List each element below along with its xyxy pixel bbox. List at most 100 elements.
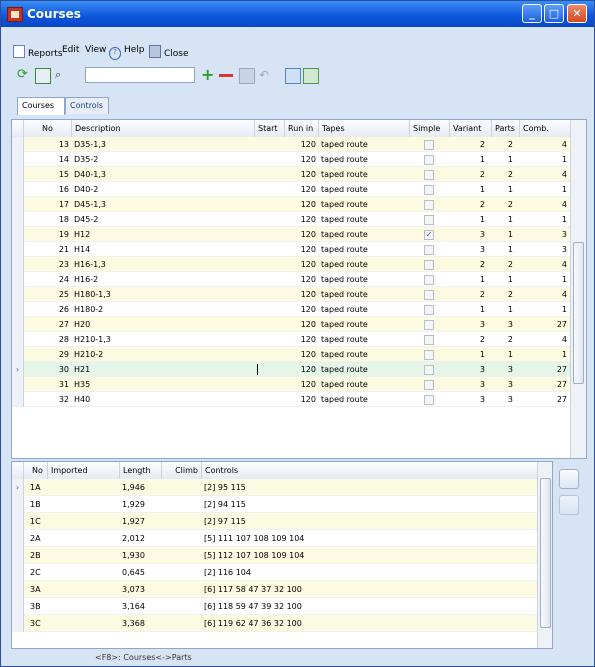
courses-scrollbar[interactable] (570, 120, 586, 458)
row-indicator[interactable] (12, 137, 24, 152)
row-indicator[interactable]: › (12, 362, 24, 377)
row-indicator[interactable] (12, 347, 24, 362)
row-indicator[interactable] (12, 530, 24, 547)
variant-row[interactable]: 2C 0,645 [2] 116 104 (12, 564, 538, 581)
course-row[interactable]: 25 H180-1,3 120 taped route 2 2 4 (12, 287, 572, 302)
simple-checkbox[interactable] (424, 305, 434, 315)
row-indicator[interactable] (12, 227, 24, 242)
col-no[interactable]: No (24, 120, 72, 137)
row-indicator[interactable] (12, 317, 24, 332)
course-start[interactable] (255, 362, 285, 377)
course-row[interactable]: 17 D45-1,3 120 taped route 2 2 4 (12, 197, 572, 212)
simple-checkbox[interactable]: ✓ (424, 230, 434, 240)
simple-checkbox[interactable] (424, 395, 434, 405)
close-button[interactable]: ✕ (567, 4, 587, 23)
menu-edit[interactable]: Edit (62, 45, 79, 55)
add-icon[interactable]: + (201, 67, 215, 83)
course-row[interactable]: 26 H180-2 120 taped route 1 1 1 (12, 302, 572, 317)
course-start[interactable] (255, 152, 285, 167)
row-indicator[interactable] (12, 547, 24, 564)
simple-checkbox[interactable] (424, 350, 434, 360)
menu-help[interactable]: ? Help (109, 45, 145, 60)
col-variant-no[interactable]: No (24, 462, 48, 479)
col-simple[interactable]: Simple (410, 120, 450, 137)
simple-checkbox[interactable] (424, 140, 434, 150)
course-start[interactable] (255, 227, 285, 242)
find-icon[interactable]: ⌕ (55, 68, 69, 82)
row-indicator[interactable] (12, 182, 24, 197)
course-row[interactable]: 18 D45-2 120 taped route 1 1 1 (12, 212, 572, 227)
col-tapes[interactable]: Tapes (319, 120, 410, 137)
row-indicator[interactable] (12, 272, 24, 287)
course-row[interactable]: 24 H16-2 120 taped route 1 1 1 (12, 272, 572, 287)
course-start[interactable] (255, 287, 285, 302)
row-indicator[interactable] (12, 167, 24, 182)
course-row[interactable]: 32 H40 120 taped route 3 3 27 (12, 392, 572, 407)
title-bar[interactable]: Courses _ □ ✕ (1, 1, 594, 27)
course-row[interactable]: › 30 H21 120 taped route 3 3 27 (12, 362, 572, 377)
menu-view[interactable]: View (85, 45, 106, 55)
menu-close[interactable]: Close (149, 45, 189, 59)
col-controls[interactable]: Controls (202, 462, 538, 479)
row-indicator[interactable] (12, 257, 24, 272)
course-row[interactable]: 23 H16-1,3 120 taped route 2 2 4 (12, 257, 572, 272)
row-indicator[interactable] (12, 513, 24, 530)
simple-checkbox[interactable] (424, 365, 434, 375)
variant-row[interactable]: 3A 3,073 [6] 117 58 47 37 32 100 (12, 581, 538, 598)
col-description[interactable]: Description (72, 120, 255, 137)
course-row[interactable]: 19 H12 120 taped route ✓ 3 1 3 (12, 227, 572, 242)
undo-icon[interactable]: ↶ (259, 68, 273, 82)
row-indicator[interactable] (12, 377, 24, 392)
course-start[interactable] (255, 137, 285, 152)
variant-row[interactable]: 2B 1,930 [5] 112 107 108 109 104 (12, 547, 538, 564)
course-row[interactable]: 28 H210-1,3 120 taped route 2 2 4 (12, 332, 572, 347)
search-input[interactable] (85, 67, 195, 83)
course-start[interactable] (255, 257, 285, 272)
row-indicator[interactable] (12, 302, 24, 317)
col-run-in[interactable]: Run in (285, 120, 319, 137)
simple-checkbox[interactable] (424, 335, 434, 345)
delete-icon[interactable] (219, 74, 233, 77)
course-row[interactable]: 16 D40-2 120 taped route 1 1 1 (12, 182, 572, 197)
course-start[interactable] (255, 272, 285, 287)
col-parts[interactable]: Parts (492, 120, 520, 137)
menu-reports[interactable]: Reports (13, 45, 63, 59)
refresh-icon[interactable]: ⟳ (17, 68, 31, 82)
variant-row[interactable]: 2A 2,012 [5] 111 107 108 109 104 (12, 530, 538, 547)
row-indicator[interactable]: › (12, 479, 24, 496)
simple-checkbox[interactable] (424, 320, 434, 330)
simple-checkbox[interactable] (424, 155, 434, 165)
variant-row[interactable]: 1B 1,929 [2] 94 115 (12, 496, 538, 513)
simple-checkbox[interactable] (424, 185, 434, 195)
row-indicator[interactable] (12, 581, 24, 598)
row-indicator[interactable] (12, 242, 24, 257)
save-icon[interactable] (239, 68, 255, 84)
variants-scrollbar[interactable] (537, 462, 552, 648)
course-row[interactable]: 27 H20 120 taped route 3 3 27 (12, 317, 572, 332)
row-indicator[interactable] (12, 212, 24, 227)
simple-checkbox[interactable] (424, 200, 434, 210)
row-indicator[interactable] (12, 392, 24, 407)
row-indicator[interactable] (12, 197, 24, 212)
simple-checkbox[interactable] (424, 290, 434, 300)
row-indicator[interactable] (12, 598, 24, 615)
variant-row[interactable]: 3C 3,368 [6] 119 62 47 36 32 100 (12, 615, 538, 632)
course-start[interactable] (255, 242, 285, 257)
col-comb[interactable]: Comb. (520, 120, 572, 137)
course-row[interactable]: 14 D35-2 120 taped route 1 1 1 (12, 152, 572, 167)
course-start[interactable] (255, 302, 285, 317)
maximize-button[interactable]: □ (544, 4, 564, 23)
simple-checkbox[interactable] (424, 260, 434, 270)
courses-scroll-thumb[interactable] (573, 242, 584, 384)
simple-checkbox[interactable] (424, 380, 434, 390)
row-indicator[interactable] (12, 332, 24, 347)
course-row[interactable]: 13 D35-1,3 120 taped route 2 2 4 (12, 137, 572, 152)
col-start[interactable]: Start (255, 120, 285, 137)
course-row[interactable]: 15 D40-1,3 120 taped route 2 2 4 (12, 167, 572, 182)
tab-controls[interactable]: Controls (65, 97, 109, 114)
course-start[interactable] (255, 392, 285, 407)
variant-row[interactable]: 1C 1,927 [2] 97 115 (12, 513, 538, 530)
paste-icon[interactable] (559, 495, 579, 515)
row-indicator[interactable] (12, 615, 24, 632)
simple-checkbox[interactable] (424, 275, 434, 285)
